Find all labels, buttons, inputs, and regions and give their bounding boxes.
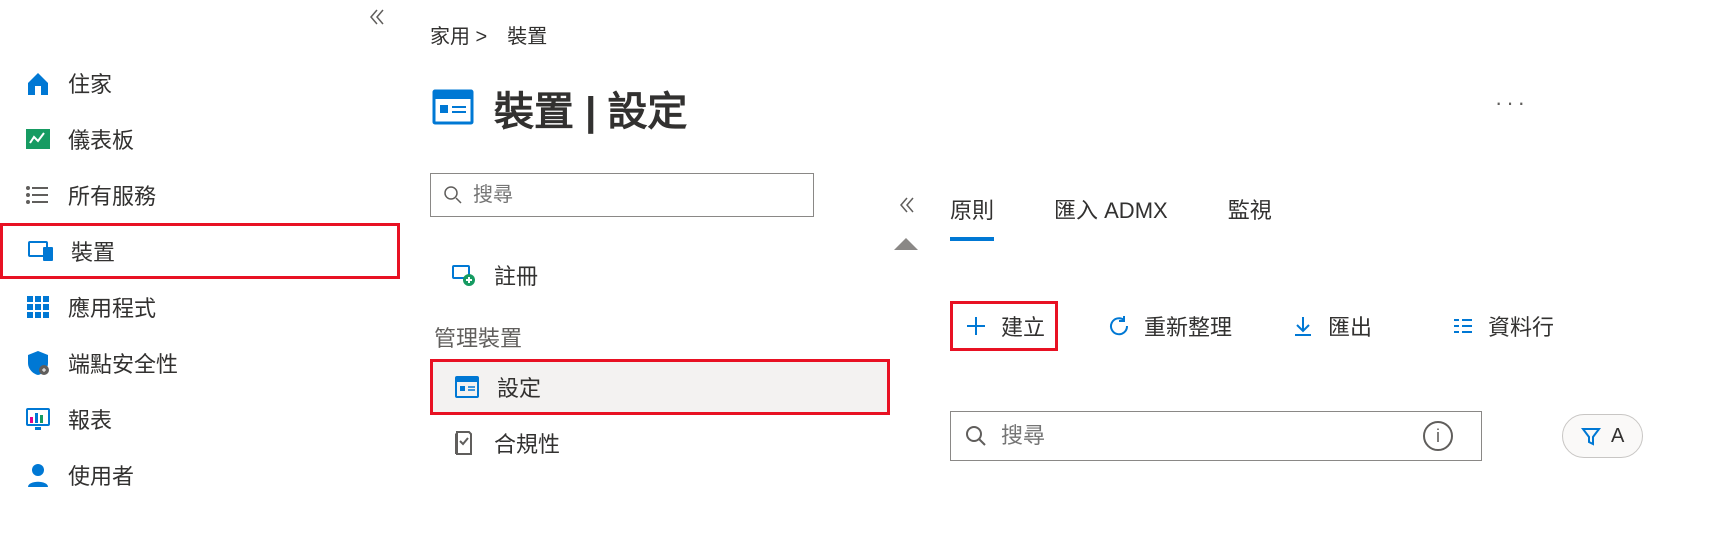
reports-icon: [24, 405, 52, 433]
sidebar-item-label: 端點安全性: [68, 347, 178, 379]
filter-label: A: [1611, 425, 1624, 448]
info-icon[interactable]: i: [1423, 421, 1453, 451]
toolbar-label: 建立: [1001, 310, 1045, 342]
page-icon: [430, 85, 476, 131]
columns-icon: [1450, 313, 1476, 339]
page-header: 裝置 | 設定: [430, 79, 890, 137]
breadcrumb: 家用 > 裝置: [430, 20, 890, 49]
filter-button[interactable]: A: [1562, 414, 1643, 458]
download-icon: [1290, 313, 1316, 339]
subnav-item-label: 設定: [497, 371, 541, 403]
filter-icon: [1581, 426, 1601, 446]
register-icon: [450, 261, 478, 289]
subnav-item-label: 合規性: [494, 427, 560, 459]
sidebar-collapse-toggle[interactable]: [368, 8, 386, 26]
user-icon: [24, 461, 52, 489]
tabs: 原則 匯入 ADMX 監視: [950, 193, 1732, 241]
sub-navigation: 家用 > 裝置 裝置 | 設定 註冊 管理裝置: [400, 0, 890, 560]
create-button[interactable]: 建立: [950, 301, 1058, 351]
sidebar-item-label: 住家: [68, 67, 112, 99]
breadcrumb-current[interactable]: 裝置: [507, 20, 547, 49]
toolbar-label: 重新整理: [1144, 310, 1232, 342]
sidebar-item-label: 應用程式: [68, 291, 156, 323]
search-icon: [965, 425, 987, 447]
subnav-search-input[interactable]: [473, 184, 801, 207]
list-icon: [24, 181, 52, 209]
compliance-icon: [450, 429, 478, 457]
tab-import-admx[interactable]: 匯入 ADMX: [1054, 193, 1168, 241]
tab-monitor[interactable]: 監視: [1228, 193, 1272, 241]
page-title: 裝置 | 設定: [494, 79, 687, 137]
subnav-item-settings[interactable]: 設定: [430, 359, 890, 415]
sidebar-item-reports[interactable]: 報表: [0, 391, 400, 447]
sidebar-item-label: 使用者: [68, 459, 134, 491]
sidebar-item-label: 所有服務: [68, 179, 156, 211]
columns-button[interactable]: 資料行: [1440, 301, 1564, 351]
sidebar-item-endpoint-security[interactable]: 端點安全性: [0, 335, 400, 391]
tab-policy[interactable]: 原則: [950, 193, 994, 241]
subnav-section-title: 管理裝置: [430, 321, 890, 353]
content-search[interactable]: i: [950, 411, 1482, 461]
more-actions-button[interactable]: ···: [1495, 90, 1529, 116]
subnav-item-compliance[interactable]: 合規性: [430, 415, 890, 471]
devices-icon: [27, 237, 55, 265]
sidebar-item-all-services[interactable]: 所有服務: [0, 167, 400, 223]
sidebar: 住家 儀表板 所有服務 裝置 應用程式: [0, 0, 400, 560]
sidebar-item-apps[interactable]: 應用程式: [0, 279, 400, 335]
sidebar-item-home[interactable]: 住家: [0, 55, 400, 111]
subnav-item-label: 註冊: [494, 259, 538, 291]
plus-icon: [963, 313, 989, 339]
export-button[interactable]: 匯出: [1280, 301, 1382, 351]
apps-icon: [24, 293, 52, 321]
subnav-item-register[interactable]: 註冊: [430, 247, 890, 303]
sidebar-item-users[interactable]: 使用者: [0, 447, 400, 503]
search-icon: [443, 185, 463, 205]
sidebar-item-label: 儀表板: [68, 123, 134, 155]
sidebar-item-dashboard[interactable]: 儀表板: [0, 111, 400, 167]
refresh-button[interactable]: 重新整理: [1096, 301, 1242, 351]
refresh-icon: [1106, 313, 1132, 339]
toolbar-label: 資料行: [1488, 310, 1554, 342]
toolbar-label: 匯出: [1328, 310, 1372, 342]
shield-icon: [24, 349, 52, 377]
toolbar: 建立 重新整理 匯出 資料行: [950, 301, 1732, 351]
sidebar-item-label: 裝置: [71, 235, 115, 267]
content-area: ··· 原則 匯入 ADMX 監視 建立 重新整理: [890, 0, 1732, 560]
content-search-input[interactable]: [1001, 423, 1405, 449]
settings-config-icon: [453, 373, 481, 401]
subnav-search[interactable]: [430, 173, 814, 217]
sidebar-item-label: 報表: [68, 403, 112, 435]
home-icon: [24, 69, 52, 97]
dashboard-icon: [24, 125, 52, 153]
breadcrumb-home[interactable]: 家用 >: [430, 20, 487, 49]
sidebar-item-devices[interactable]: 裝置: [0, 223, 400, 279]
